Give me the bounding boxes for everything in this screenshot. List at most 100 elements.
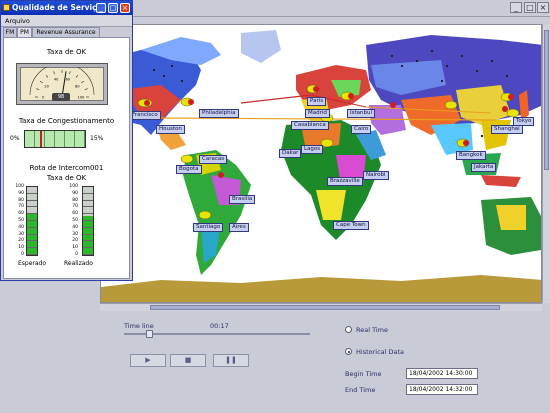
expected-bar xyxy=(26,186,38,256)
city-label-madrid[interactable]: Madrid xyxy=(305,109,330,118)
bar-tick-label: 70 xyxy=(18,204,24,210)
bar-tick-label: 50 xyxy=(72,218,78,223)
ok-rate-title: Taxa de OK xyxy=(46,48,87,56)
bar-tick-label: 60 xyxy=(18,211,24,217)
menu-file[interactable]: Arquivo xyxy=(5,17,30,25)
play-button[interactable]: ▶ xyxy=(130,354,166,367)
gauge-tick xyxy=(69,71,71,75)
gauge-tick xyxy=(81,80,85,84)
city-label-paris[interactable]: Paris xyxy=(307,97,327,106)
bar-cell xyxy=(83,248,93,255)
bar-tick-label: 100 xyxy=(15,184,24,189)
stop-button[interactable]: ■ xyxy=(170,354,206,367)
qos-minimize-button[interactable]: _ xyxy=(96,3,106,13)
bar-tick-label: 80 xyxy=(18,197,24,203)
city-label-aires[interactable]: Aires xyxy=(229,223,249,232)
bar-tick-label: 100 xyxy=(69,184,78,189)
congestion-cell xyxy=(45,131,55,147)
bar-cell xyxy=(27,207,37,215)
gauge-tick xyxy=(39,80,43,84)
city-label-francisco[interactable]: Francisco xyxy=(129,111,161,120)
bar-cell xyxy=(83,207,93,215)
qos-maximize-button[interactable]: □ xyxy=(108,3,118,13)
qos-menu-bar: Arquivo xyxy=(1,15,132,27)
city-label-lagos[interactable]: Lagos xyxy=(301,145,324,154)
city-label-dakar[interactable]: Dakar xyxy=(279,149,302,158)
world-map[interactable]: Francisco Houston Philadelphia Caracas Bogot… xyxy=(100,24,542,303)
pause-button[interactable]: ❚❚ xyxy=(213,354,249,367)
city-label-santiago[interactable]: Santiago xyxy=(193,223,224,232)
close-button[interactable]: × xyxy=(537,2,549,13)
congestion-marker xyxy=(40,131,42,147)
bar-tick-label: 0 xyxy=(21,252,24,257)
gauge-tick xyxy=(45,74,49,78)
pm-panel: Taxa de OK 0 20 40 60 80 100 98 Taxa de Conge… xyxy=(3,37,130,279)
bar-cell xyxy=(27,241,37,249)
route-ok-title: Taxa de OK xyxy=(46,174,87,182)
city-label-caracas[interactable]: Caracas xyxy=(199,155,228,164)
bar-tick-label: 60 xyxy=(72,211,78,217)
bar-tick-label: 10 xyxy=(18,245,24,251)
real-time-radio[interactable] xyxy=(345,326,352,333)
city-label-jakarta[interactable]: Jakarta xyxy=(471,163,497,172)
city-label-philadelphia[interactable]: Philadelphia xyxy=(199,109,239,118)
city-label-houston[interactable]: Houston xyxy=(156,125,185,134)
gauge-tick xyxy=(36,88,40,90)
play-icon: ▶ xyxy=(145,356,151,364)
city-label-istanbul[interactable]: Istanbul xyxy=(347,109,376,118)
minimize-button[interactable]: _ xyxy=(510,2,522,13)
city-label-casablanca[interactable]: Casablanca xyxy=(291,121,329,130)
bar-tick-label: 50 xyxy=(18,218,24,223)
city-label-brasilia[interactable]: Brasilia xyxy=(229,195,256,204)
city-label-bogota[interactable]: Bogota xyxy=(176,165,202,174)
city-label-cairo[interactable]: Cairo xyxy=(351,125,372,134)
expected-label: Esperado xyxy=(18,260,47,267)
begin-time-field[interactable]: 18/04/2002 14:30:00 xyxy=(406,368,478,379)
tab-pm[interactable]: PM xyxy=(17,27,32,37)
realized-bar-ticks: 100 90 80 70 60 50 40 30 20 10 0 xyxy=(64,184,78,257)
city-label-cape-town[interactable]: Cape Town xyxy=(333,221,369,230)
congestion-cell xyxy=(65,131,75,147)
congestion-max-label: 15% xyxy=(90,135,104,142)
ok-rate-gauge: 0 20 40 60 80 100 98 xyxy=(16,63,108,105)
qos-close-button[interactable]: × xyxy=(120,3,130,13)
bar-cell xyxy=(27,194,37,201)
maximize-button[interactable]: □ xyxy=(524,2,536,13)
bar-cell xyxy=(83,241,93,249)
gauge-tick xyxy=(75,74,79,78)
bar-tick-label: 40 xyxy=(72,224,78,230)
historical-data-label: Historical Data xyxy=(356,348,405,356)
timeline-slider-thumb[interactable] xyxy=(146,330,153,338)
bar-tick-label: 20 xyxy=(72,238,78,244)
bar-cell xyxy=(83,221,93,228)
bar-tick-label: 80 xyxy=(72,197,78,203)
bar-tick-label: 40 xyxy=(18,224,24,230)
qos-title: Qualidade de Serviço xyxy=(12,3,102,12)
begin-time-label: Begin Time xyxy=(345,370,382,378)
congestion-min-label: 0% xyxy=(10,135,20,142)
tab-fm[interactable]: FM xyxy=(3,27,17,37)
gauge-tick-label: 20 xyxy=(44,84,48,88)
map-horizontal-scroll-thumb[interactable] xyxy=(150,305,500,310)
city-label-bangkok[interactable]: Bangkok xyxy=(456,151,486,160)
bar-cell xyxy=(27,201,37,208)
city-label-nairobi[interactable]: Nairobi xyxy=(363,171,389,180)
congestion-cell xyxy=(55,131,65,147)
city-label-shanghai[interactable]: Shanghai xyxy=(491,125,523,134)
bar-cell xyxy=(27,214,37,221)
route-title: Rota de Intercom001 xyxy=(29,164,104,172)
pause-icon: ❚❚ xyxy=(225,356,237,364)
gauge-tick-label: 60 xyxy=(66,77,70,81)
historical-data-radio[interactable] xyxy=(345,348,352,355)
time-line-label: Time line xyxy=(124,322,154,330)
end-time-field[interactable]: 18/04/2002 14:32:00 xyxy=(406,384,478,395)
map-vertical-scroll-thumb[interactable] xyxy=(544,30,549,170)
qos-title-bar[interactable]: Qualidade de Serviço _ □ × xyxy=(1,1,132,15)
gauge-tick-label: 0 xyxy=(42,96,44,100)
congestion-title: Taxa de Congestionamento xyxy=(18,117,115,125)
city-label-brazzaville[interactable]: Brazzaville xyxy=(327,177,363,186)
tab-revenue-assurance[interactable]: Revenue Assurance xyxy=(32,27,100,37)
gauge-value: 98 xyxy=(52,93,70,101)
stop-icon: ■ xyxy=(184,356,192,364)
gauge-tick xyxy=(53,71,55,75)
